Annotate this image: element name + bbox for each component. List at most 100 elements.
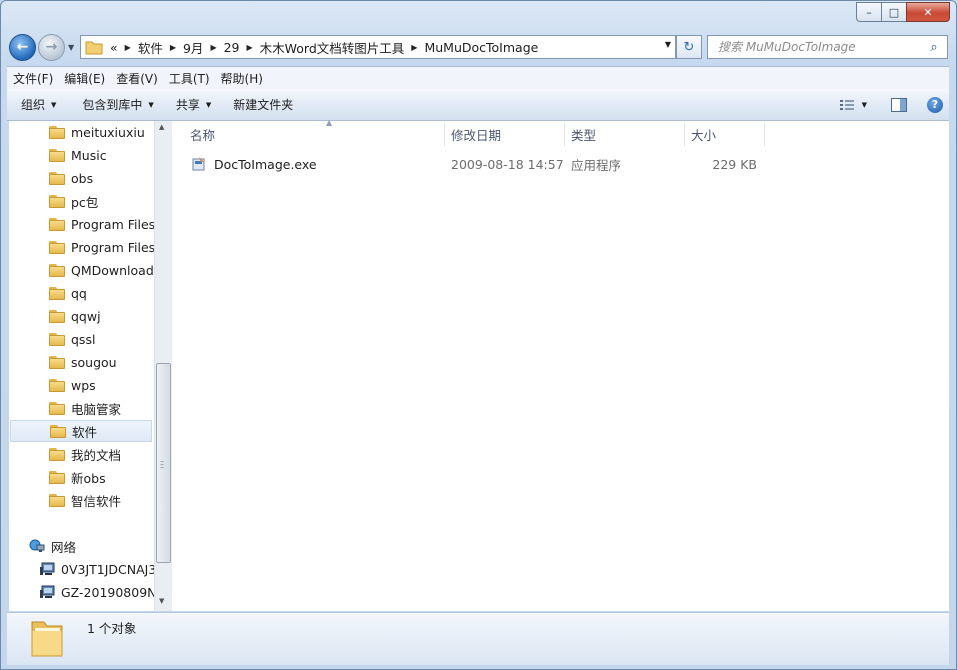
breadcrumb-separator-icon[interactable]: ▶ — [210, 43, 216, 52]
column-header-label: 修改日期 — [451, 127, 502, 143]
nav-folder-label: qq — [71, 285, 87, 301]
computer-icon — [40, 562, 55, 575]
column-header-label: 大小 — [691, 127, 717, 143]
menu-tools[interactable]: 工具(T) — [164, 70, 215, 87]
search-box[interactable]: ⌕ — [707, 35, 948, 59]
forward-arrow-icon[interactable]: → — [38, 33, 65, 61]
nav-folder-item[interactable]: 新obs — [9, 466, 106, 488]
column-divider[interactable] — [684, 122, 685, 146]
item-count: 1 个对象 — [87, 621, 137, 636]
command-bar: 组织 ▼ 包含到库中 ▼ 共享 ▼ 新建文件夹 ▼ ? — [7, 89, 949, 121]
file-row[interactable]: DocToImage.exe 2009-08-18 14:57 应用程序 229… — [188, 153, 768, 175]
chevron-down-icon: ▼ — [51, 100, 57, 109]
nav-network-item[interactable]: 网络 — [9, 535, 76, 557]
nav-folder-item[interactable]: pc包 — [9, 190, 98, 212]
folder-icon — [49, 470, 65, 484]
nav-folder-item[interactable]: sougou — [9, 351, 117, 373]
nav-folder-label: sougou — [71, 354, 117, 370]
refresh-icon[interactable]: ↻ — [676, 35, 702, 59]
include-library-label: 包含到库中 — [82, 98, 143, 112]
breadcrumb-item[interactable]: 29 — [224, 40, 240, 55]
recent-pages-dropdown-icon[interactable]: ▼ — [68, 43, 74, 52]
folder-icon — [49, 217, 65, 231]
change-view-button[interactable]: ▼ — [839, 98, 867, 112]
nav-folder-item[interactable]: 电脑管家 — [9, 397, 121, 419]
column-header-modified[interactable]: 修改日期 — [451, 121, 561, 147]
folder-icon — [49, 378, 65, 392]
scrollbar-thumb[interactable]: – – – — [156, 363, 171, 563]
menu-bar: 文件(F) 编辑(E) 查看(V) 工具(T) 帮助(H) — [7, 66, 949, 89]
preview-pane-icon — [891, 97, 907, 112]
column-header-size[interactable]: 大小 — [691, 121, 761, 147]
nav-folder-item[interactable]: QMDownload — [9, 259, 154, 281]
nav-folder-item[interactable]: Program Files — [9, 213, 154, 235]
address-dropdown-icon[interactable]: ▼ — [665, 40, 671, 49]
organize-label: 组织 — [21, 98, 46, 112]
menu-view[interactable]: 查看(V) — [111, 70, 163, 87]
folder-icon — [85, 41, 103, 55]
column-divider[interactable] — [764, 122, 765, 146]
column-divider[interactable] — [564, 122, 565, 146]
folder-icon — [49, 355, 65, 369]
nav-folder-label: wps — [71, 377, 96, 393]
file-name: DocToImage.exe — [214, 156, 317, 172]
folder-icon — [50, 424, 66, 438]
breadcrumb-separator-icon[interactable]: ▶ — [125, 43, 131, 52]
nav-folder-item[interactable]: meituxiuxiu — [9, 121, 145, 143]
breadcrumb-item[interactable]: 软件 — [138, 38, 163, 57]
minimize-button[interactable]: – — [856, 2, 881, 22]
details-pane: 1 个对象 — [7, 612, 949, 665]
breadcrumb-item[interactable]: 9月 — [183, 38, 203, 57]
menu-file[interactable]: 文件(F) — [8, 70, 58, 87]
back-arrow-icon[interactable]: ← — [9, 33, 36, 61]
organize-button[interactable]: 组织 ▼ — [7, 96, 65, 113]
folder-icon — [49, 263, 65, 277]
nav-folder-label: qqwj — [71, 308, 101, 324]
breadcrumb-separator-icon[interactable]: ▶ — [247, 43, 253, 52]
share-label: 共享 — [175, 98, 200, 112]
breadcrumb-item[interactable]: 木木Word文档转图片工具 — [260, 38, 405, 57]
nav-folder-label: Music — [71, 147, 107, 163]
help-button[interactable]: ? — [927, 96, 943, 113]
breadcrumb-overflow[interactable]: « — [110, 40, 118, 55]
file-type: 应用程序 — [571, 157, 622, 173]
grip-icon: – – – — [160, 457, 164, 472]
nav-folder-item[interactable]: obs — [9, 167, 93, 189]
share-button[interactable]: 共享 ▼ — [167, 96, 220, 113]
nav-folder-item[interactable]: qq — [9, 282, 87, 304]
preview-pane-button[interactable] — [891, 97, 907, 112]
nav-folder-item-selected[interactable]: 软件 — [10, 420, 152, 442]
new-folder-button[interactable]: 新建文件夹 — [224, 96, 302, 113]
maximize-button[interactable]: □ — [881, 2, 906, 22]
close-button[interactable]: ✕ — [906, 2, 950, 22]
scroll-up-icon[interactable]: ▲ — [159, 123, 164, 131]
search-icon[interactable]: ⌕ — [925, 40, 943, 55]
nav-computer-item[interactable]: GZ-20190809NY — [9, 581, 154, 603]
column-header-type[interactable]: 类型 — [571, 121, 681, 147]
scroll-down-icon[interactable]: ▼ — [159, 597, 164, 605]
nav-pane-scrollbar[interactable]: ▲ – – – ▼ — [154, 121, 172, 611]
folder-icon — [49, 401, 65, 415]
menu-help[interactable]: 帮助(H) — [216, 70, 268, 87]
application-icon — [192, 157, 205, 171]
nav-folder-item[interactable]: 智信软件 — [9, 489, 121, 511]
breadcrumb-separator-icon[interactable]: ▶ — [170, 43, 176, 52]
folder-icon — [49, 447, 65, 461]
nav-folder-item[interactable]: Music — [9, 144, 107, 166]
nav-computer-item[interactable]: 0V3JT1JDCNAJ3 — [9, 558, 154, 580]
breadcrumb-separator-icon[interactable]: ▶ — [411, 43, 417, 52]
search-input[interactable] — [716, 39, 925, 55]
folder-icon — [49, 286, 65, 300]
nav-folder-item[interactable]: wps — [9, 374, 96, 396]
menu-edit[interactable]: 编辑(E) — [59, 70, 110, 87]
nav-folder-label: 软件 — [72, 424, 98, 440]
nav-folder-item[interactable]: Program Files — [9, 236, 154, 258]
column-divider[interactable] — [444, 122, 445, 146]
address-bar[interactable]: « ▶ 软件 ▶ 9月 ▶ 29 ▶ 木木Word文档转图片工具 ▶ MuMuD… — [80, 35, 676, 59]
nav-folder-item[interactable]: 我的文档 — [9, 443, 121, 465]
nav-folder-item[interactable]: qssl — [9, 328, 95, 350]
include-in-library-button[interactable]: 包含到库中 ▼ — [73, 96, 162, 113]
breadcrumb-item[interactable]: MuMuDocToImage — [424, 40, 538, 55]
column-header-name[interactable]: ▲ 名称 — [190, 118, 440, 147]
nav-folder-item[interactable]: qqwj — [9, 305, 101, 327]
